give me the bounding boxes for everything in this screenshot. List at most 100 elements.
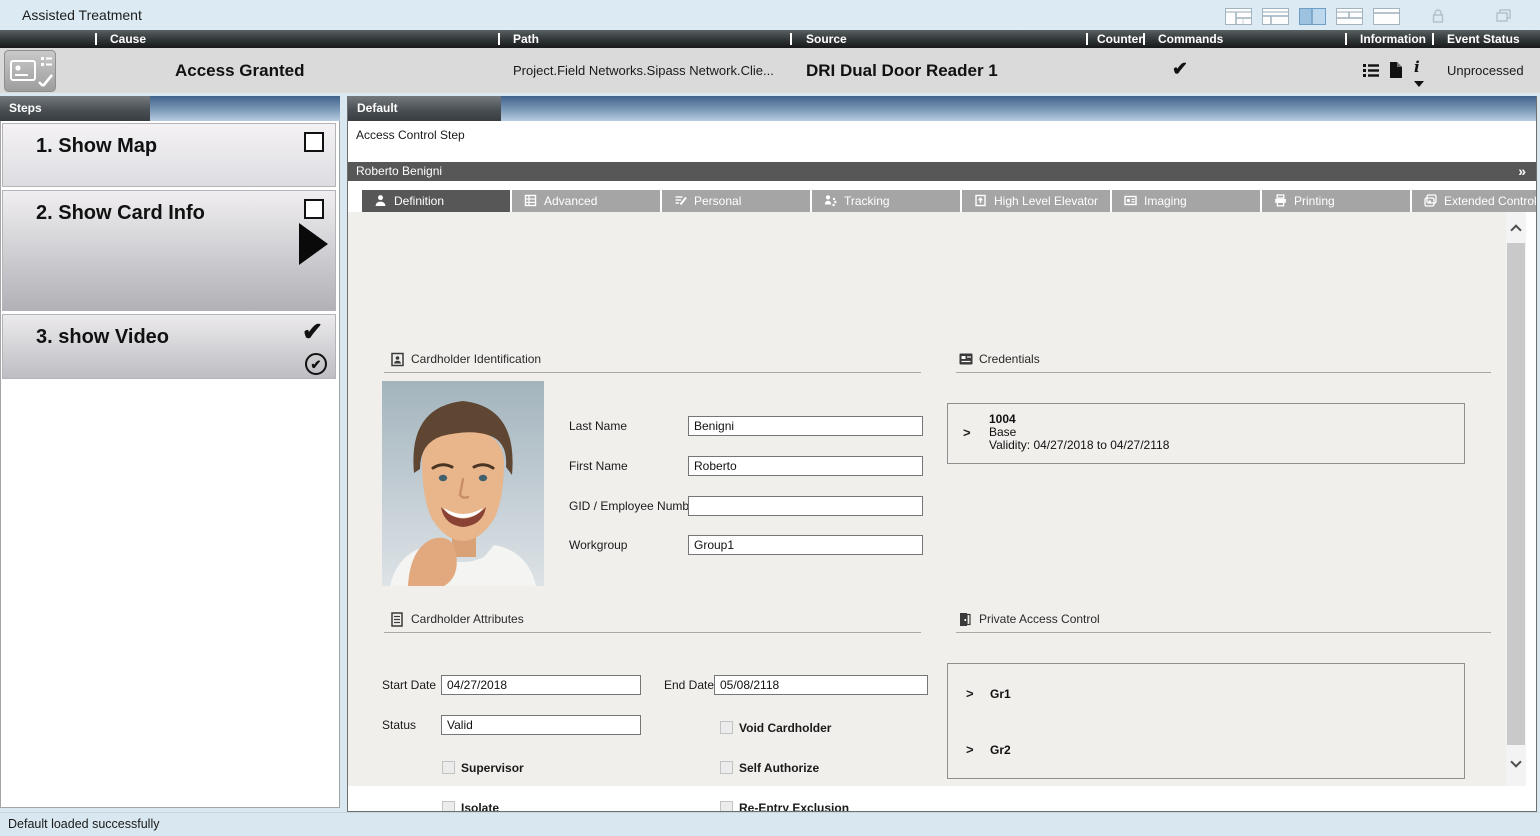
section-divider (956, 632, 1491, 633)
cascade-windows-icon[interactable] (1496, 9, 1511, 27)
status-input[interactable] (441, 715, 641, 735)
start-date-input[interactable] (441, 675, 641, 695)
tab-personal[interactable]: Personal (662, 190, 810, 212)
tab-high-level-elevator[interactable]: High Level Elevator (962, 190, 1110, 212)
column-separator (1432, 33, 1434, 45)
layout-four-icon (1337, 9, 1362, 24)
group-expand-chevron[interactable]: > (966, 686, 974, 701)
event-list-icon[interactable] (1363, 64, 1379, 82)
image-card-icon (1124, 194, 1137, 207)
event-column-header: Cause Path Source Counter Commands Infor… (0, 30, 1540, 48)
tab-label: Definition (394, 194, 444, 208)
group-gr2-label[interactable]: Gr2 (990, 743, 1011, 757)
group-gr1-label[interactable]: Gr1 (990, 687, 1011, 701)
cardholder-identification-icon (391, 352, 404, 367)
event-cause: Access Granted (175, 61, 304, 81)
layout-three-button[interactable] (1299, 8, 1326, 25)
tracking-icon (824, 194, 837, 207)
steps-header-bar (150, 96, 340, 121)
tab-label: Tracking (844, 194, 890, 208)
window-title: Assisted Treatment (22, 7, 142, 23)
supervisor-checkbox[interactable] (442, 761, 455, 774)
column-separator (498, 33, 500, 45)
tab-imaging[interactable]: Imaging (1112, 190, 1260, 212)
private-access-control-icon (959, 612, 971, 627)
step-checkbox[interactable] (304, 199, 324, 219)
first-name-input[interactable] (688, 456, 923, 476)
event-source: DRI Dual Door Reader 1 (806, 61, 998, 81)
end-date-label: End Date (664, 678, 714, 692)
column-counter: Counter (1097, 32, 1143, 46)
column-cause: Cause (110, 32, 146, 46)
layout-one-button[interactable] (1225, 8, 1252, 25)
isolate-checkbox[interactable] (442, 801, 455, 812)
main-panel: Default Access Control Step Roberto Beni… (347, 96, 1537, 812)
tab-advanced[interactable]: Advanced (512, 190, 660, 212)
layout-five-button[interactable] (1373, 8, 1400, 25)
tab-label: Printing (1294, 194, 1335, 208)
section-divider (384, 632, 921, 633)
event-info-icon[interactable]: i (1414, 58, 1424, 87)
printer-icon (1274, 194, 1287, 207)
steps-panel-header: Steps (0, 96, 340, 121)
column-separator (1345, 33, 1347, 45)
default-tab[interactable]: Default (348, 96, 501, 121)
re-entry-exclusion-checkbox[interactable] (720, 801, 733, 812)
credential-expand-chevron[interactable]: > (963, 425, 971, 440)
credential-validity: Validity: 04/27/2018 to 04/27/2118 (989, 438, 1169, 452)
column-source: Source (806, 32, 847, 46)
commands-check-icon: ✔ (1172, 58, 1188, 81)
step-type-label: Access Control Step (356, 128, 465, 142)
step-item-show-card-info[interactable]: 2. Show Card Info (2, 190, 336, 311)
column-separator (1086, 33, 1088, 45)
step-item-show-map[interactable]: 1. Show Map (2, 123, 336, 187)
column-information: Information (1360, 32, 1426, 46)
last-name-input[interactable] (688, 416, 923, 436)
first-name-label: First Name (569, 459, 628, 473)
scroll-up-icon[interactable] (1510, 224, 1521, 235)
tab-definition[interactable]: Definition (362, 190, 510, 212)
event-row[interactable]: Access Granted Project.Field Networks.Si… (0, 48, 1540, 93)
layout-four-button[interactable] (1336, 8, 1363, 25)
layout-two-icon (1263, 9, 1288, 24)
info-dropdown-arrow-icon (1414, 81, 1424, 87)
event-document-icon[interactable] (1389, 62, 1402, 83)
elevator-icon (974, 194, 987, 207)
credentials-section-title: Credentials (979, 352, 1040, 366)
step-item-show-video[interactable]: 3. show Video ✔ ✔ (2, 314, 336, 379)
title-bar: Assisted Treatment (0, 0, 1540, 30)
tab-printing[interactable]: Printing (1262, 190, 1410, 212)
workgroup-input[interactable] (688, 535, 923, 555)
start-date-label: Start Date (382, 678, 436, 692)
table-icon (524, 194, 537, 207)
step-label: 3. show Video (36, 326, 169, 349)
lock-icon[interactable] (1432, 9, 1444, 28)
step-checkbox[interactable] (304, 132, 324, 152)
overflow-chevron-icon[interactable]: » (1518, 162, 1526, 181)
tab-label: High Level Elevator (994, 194, 1098, 208)
gid-employee-number-label: GID / Employee Number (569, 499, 700, 513)
void-cardholder-checkbox[interactable] (720, 721, 733, 734)
group-expand-chevron[interactable]: > (966, 742, 974, 757)
end-date-input[interactable] (714, 675, 928, 695)
layout-three-icon (1300, 9, 1325, 24)
section-divider (956, 372, 1491, 373)
current-step-arrow-icon (299, 223, 328, 265)
steps-tab[interactable]: Steps (0, 96, 150, 121)
supervisor-label: Supervisor (461, 761, 524, 775)
tab-tracking[interactable]: Tracking (812, 190, 960, 212)
vertical-scrollbar[interactable] (1506, 212, 1526, 786)
scrollbar-thumb[interactable] (1507, 243, 1525, 745)
scroll-down-icon[interactable] (1510, 756, 1521, 767)
attributes-section-title: Cardholder Attributes (411, 612, 524, 626)
layout-two-button[interactable] (1262, 8, 1289, 25)
event-status-value: Unprocessed (1447, 63, 1524, 78)
self-authorize-checkbox[interactable] (720, 761, 733, 774)
cardholder-tab-row: Definition Advanced Personal (348, 190, 1537, 212)
step-label: 1. Show Map (36, 135, 157, 158)
tab-extended-controls[interactable]: Extended Controls (1412, 190, 1537, 212)
gid-employee-number-input[interactable] (688, 496, 923, 516)
credential-item[interactable]: > 1004 Base Validity: 04/27/2018 to 04/2… (947, 403, 1465, 464)
status-message: Default loaded successfully (8, 817, 159, 831)
status-bar: Default loaded successfully (0, 812, 1540, 836)
